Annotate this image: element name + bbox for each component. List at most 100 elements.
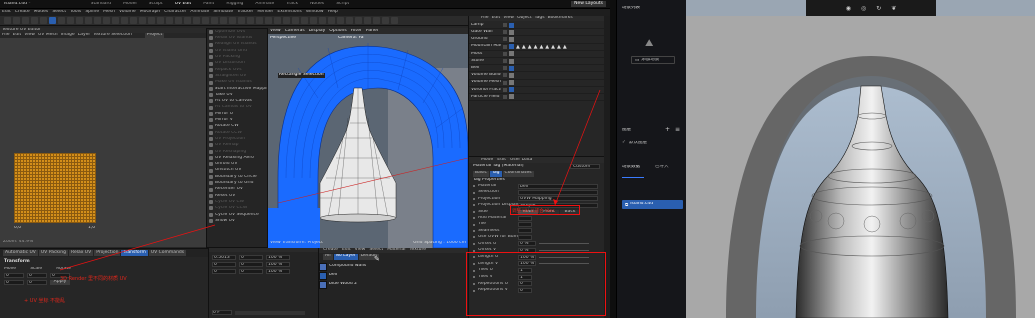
- uv-tools-tab[interactable]: Transform: [121, 250, 148, 256]
- material-item[interactable]: Compound walls: [319, 262, 468, 271]
- toolbar-tool-icon[interactable]: [211, 17, 218, 24]
- visibility-icon[interactable]: [503, 44, 507, 49]
- visibility-icon[interactable]: [503, 51, 507, 56]
- visibility-icon[interactable]: [503, 73, 507, 78]
- toolbar-tool-icon[interactable]: [103, 17, 110, 24]
- toolbar-tool-icon[interactable]: [220, 17, 227, 24]
- toolbar-tool-icon[interactable]: [283, 17, 290, 24]
- uv-grid[interactable]: [14, 153, 96, 223]
- leaf-icon[interactable]: ❦: [891, 5, 896, 12]
- toolbar-tool-icon[interactable]: [373, 17, 380, 24]
- viewport-menu-item[interactable]: Filter: [351, 29, 362, 34]
- coord-field[interactable]: 0: [212, 269, 236, 274]
- toolbar-tool-icon[interactable]: [256, 17, 263, 24]
- toolbar-tool-icon[interactable]: [13, 17, 20, 24]
- layout-tab-track[interactable]: Track: [286, 2, 298, 7]
- material-tag-icon[interactable]: ▲: [522, 44, 526, 50]
- material-tab[interactable]: All: [323, 253, 333, 260]
- uv-command-item[interactable]: Show UV: [207, 218, 267, 224]
- material-menu-item[interactable]: Texture: [410, 248, 426, 253]
- toolbar-tool-icon[interactable]: [391, 17, 398, 24]
- layout-tab-animate[interactable]: Animate: [255, 2, 274, 7]
- perspective-viewport[interactable]: View Cameras Display Options Filter Panel Per…: [268, 28, 468, 248]
- property-slider[interactable]: [539, 243, 589, 245]
- coord-field[interactable]: 0: [212, 262, 236, 267]
- toolbar-tool-icon[interactable]: [364, 17, 371, 24]
- toolbar-tool-icon[interactable]: [184, 17, 191, 24]
- scale-u-field[interactable]: 0: [27, 273, 47, 278]
- coord-field[interactable]: 100 %: [266, 269, 290, 274]
- material-tag-icon[interactable]: ▲: [539, 44, 543, 50]
- visibility-icon[interactable]: [503, 30, 507, 35]
- toolbar-tool-icon[interactable]: [49, 17, 56, 24]
- visibility-icon[interactable]: [503, 23, 507, 28]
- object-row[interactable]: Bell: [469, 65, 604, 73]
- toolbar-tool-icon[interactable]: [76, 17, 83, 24]
- material-menu-item[interactable]: View: [355, 248, 366, 253]
- material-tag-icon[interactable]: ▲: [516, 44, 520, 50]
- render-view[interactable]: ◉ ◎ ↻ ❦: [686, 0, 1035, 318]
- uv-menu-item[interactable]: Image: [61, 33, 75, 38]
- new-layouts-button[interactable]: New Layouts: [571, 0, 606, 8]
- toolbar-tool-icon[interactable]: [238, 17, 245, 24]
- uv-menu-item[interactable]: Texture Selection: [93, 33, 132, 38]
- object-menu-item[interactable]: Tags: [535, 16, 545, 21]
- toolbar-tool-icon[interactable]: [319, 17, 326, 24]
- property-value[interactable]: bell: [518, 183, 598, 189]
- tag-icon[interactable]: [509, 51, 514, 57]
- attribute-tab[interactable]: Basic: [473, 170, 489, 177]
- toolbar-tool-icon[interactable]: [85, 17, 92, 24]
- rotate-icon[interactable]: ↻: [876, 5, 881, 12]
- visibility-icon[interactable]: [503, 66, 507, 71]
- toolbar-tool-icon[interactable]: [130, 17, 137, 24]
- object-row[interactable]: Mountain Mask▲▲▲▲▲▲▲▲▲: [469, 44, 604, 51]
- menu-extensions[interactable]: Extensions: [277, 10, 301, 15]
- toolbar-tool-icon[interactable]: [121, 17, 128, 24]
- imported-tab[interactable]: 已导入: [655, 165, 669, 170]
- toolbar-tool-icon[interactable]: [337, 17, 344, 24]
- layout-tab-rigging[interactable]: Rigging: [226, 2, 243, 7]
- tag-icon[interactable]: [509, 72, 514, 78]
- toolbar-tool-icon[interactable]: [166, 17, 173, 24]
- material-menu-item[interactable]: Material: [387, 248, 405, 253]
- material-menu-item[interactable]: Create: [323, 248, 338, 253]
- scale-v-field[interactable]: 0: [27, 280, 47, 285]
- object-row[interactable]: Voronoi Fracture: [469, 87, 604, 94]
- toolbar-tool-icon[interactable]: [148, 17, 155, 24]
- material-tag-icon[interactable]: ▲: [557, 44, 561, 50]
- layout-tab-standard[interactable]: Standard: [91, 2, 111, 7]
- viewport-menu-item[interactable]: Cameras: [285, 29, 305, 34]
- toolbar-tool-icon[interactable]: [139, 17, 146, 24]
- attribute-menu-item[interactable]: User Data: [510, 158, 532, 163]
- material-item[interactable]: blue Wood 2: [319, 280, 468, 289]
- move-v-field[interactable]: 0: [4, 280, 24, 285]
- property-slider[interactable]: [539, 250, 589, 252]
- toolbar-tool-icon[interactable]: [157, 17, 164, 24]
- toolbar-tool-icon[interactable]: [229, 17, 236, 24]
- toolbar-tool-icon[interactable]: [355, 17, 362, 24]
- visibility-icon[interactable]: [503, 59, 507, 64]
- toolbar-tool-icon[interactable]: [175, 17, 182, 24]
- layout-tab-script[interactable]: Script: [336, 2, 349, 7]
- add-layer-icon[interactable]: +: [665, 126, 670, 133]
- menu-spline[interactable]: Spline: [85, 10, 99, 15]
- toolbar-tool-icon[interactable]: [112, 17, 119, 24]
- tag-icon[interactable]: [509, 87, 514, 93]
- toolbar-tool-icon[interactable]: [94, 17, 101, 24]
- toolbar-tool-icon[interactable]: [328, 17, 335, 24]
- toolbar-tool-icon[interactable]: [346, 17, 353, 24]
- uv-menu-item[interactable]: Layer: [78, 33, 91, 38]
- layout-tab-nodes[interactable]: Nodes: [310, 2, 324, 7]
- toolbar-tool-icon[interactable]: [40, 17, 47, 24]
- custom-select[interactable]: Custom: [570, 164, 600, 169]
- uv-tools-tab[interactable]: Relax UV: [69, 250, 94, 256]
- toolbar-tool-icon[interactable]: [67, 17, 74, 24]
- attribute-menu-item[interactable]: Mode: [481, 158, 493, 163]
- object-menu-item[interactable]: View: [503, 16, 514, 21]
- tag-icon[interactable]: [509, 65, 514, 71]
- toolbar-tool-icon[interactable]: [301, 17, 308, 24]
- viewport-menu-item[interactable]: Display: [309, 29, 326, 34]
- menu-help[interactable]: Help: [328, 10, 338, 15]
- toolbar-tool-icon[interactable]: [292, 17, 299, 24]
- material-item[interactable]: bell: [319, 271, 468, 280]
